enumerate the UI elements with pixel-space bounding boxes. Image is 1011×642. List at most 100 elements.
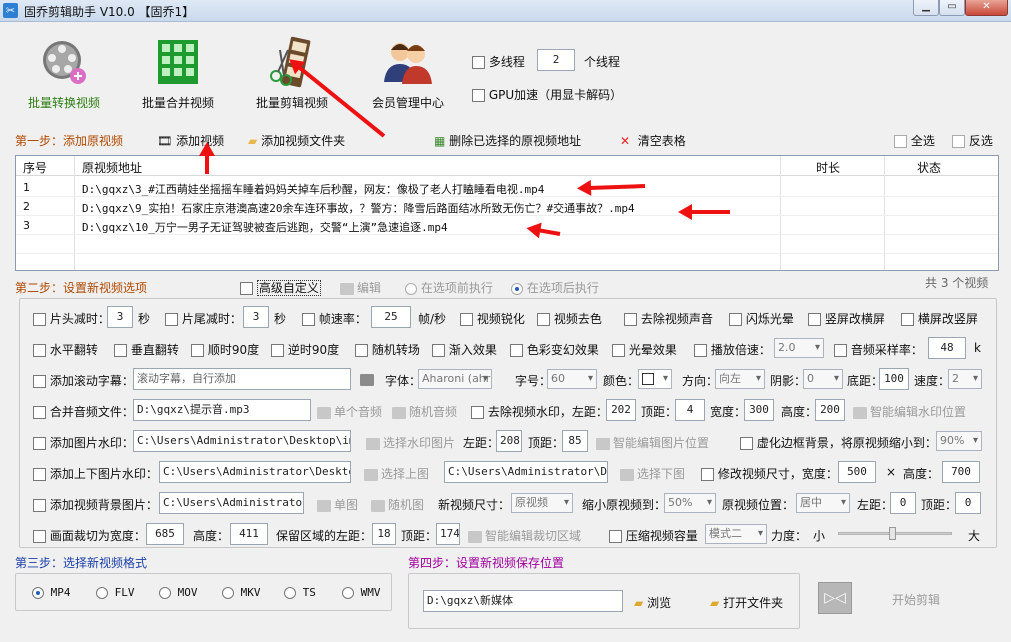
after-options-radio[interactable]: 在选项后执行	[511, 279, 599, 296]
single-audio-button[interactable]: 单个音频	[317, 403, 382, 420]
start-edit-button[interactable]: 开始剪辑	[892, 591, 940, 608]
crop-width-input[interactable]: 685	[146, 523, 184, 545]
vflip-option[interactable]: 垂直翻转	[114, 341, 179, 358]
speed-option[interactable]: 播放倍速：	[694, 341, 771, 358]
sharpen-checkbox[interactable]	[460, 313, 473, 326]
start-edit-icon[interactable]: ▷◁	[818, 582, 852, 614]
batch-merge-button[interactable]: 批量合并视频	[138, 36, 218, 111]
bg-top-input[interactable]: 0	[955, 492, 981, 514]
compress-checkbox[interactable]	[609, 530, 622, 543]
table-row[interactable]: 3 D:\gqxz\10_万宁一男子无证驾驶被查后逃跑，交警“上演”急速追逐.mp…	[16, 216, 998, 235]
batch-edit-button[interactable]: 批量剪辑视频	[252, 36, 332, 111]
resize-width-input[interactable]: 500	[838, 461, 876, 483]
format-wmv[interactable]: WMV	[342, 586, 381, 599]
minimize-button[interactable]: ▁	[913, 0, 939, 16]
remove-watermark-option[interactable]: 去除视频水印，左距：	[471, 403, 608, 420]
audio-path-input[interactable]: D:\gqxz\提示音.mp3	[133, 399, 311, 421]
v2h-checkbox[interactable]	[808, 313, 821, 326]
invert-select-button[interactable]: 反选	[952, 132, 993, 149]
slider-thumb[interactable]	[889, 527, 896, 540]
smart-image-button[interactable]: 智能编辑图片位置	[596, 434, 709, 451]
background-image-checkbox[interactable]	[33, 499, 46, 512]
h2v-checkbox[interactable]	[901, 313, 914, 326]
blur-scale-select[interactable]: 90%	[936, 431, 982, 451]
image-watermark-option[interactable]: 添加图片水印：	[33, 434, 134, 451]
font-select[interactable]: Aharoni (ahr	[418, 369, 492, 389]
scroll-speed-select[interactable]: 2	[948, 369, 982, 389]
member-center-button[interactable]: 会员管理中心	[368, 36, 448, 111]
thread-count-input[interactable]: 2	[537, 49, 575, 71]
advanced-option[interactable]: 高级自定义	[240, 279, 321, 296]
crop-top-input[interactable]: 174	[436, 523, 460, 545]
format-ts[interactable]: TS	[284, 586, 316, 599]
browse-button[interactable]: ▰ 浏览	[634, 594, 671, 611]
v2h-option[interactable]: 竖屏改横屏	[808, 310, 885, 327]
fps-input[interactable]: 25	[371, 306, 411, 328]
gpu-option[interactable]: GPU加速（用显卡解码）	[472, 86, 622, 103]
background-image-option[interactable]: 添加视频背景图片：	[33, 496, 158, 513]
mute-checkbox[interactable]	[624, 313, 637, 326]
top-bottom-image-option[interactable]: 添加上下图片水印：	[33, 465, 158, 482]
format-mkv[interactable]: MKV	[222, 586, 261, 599]
wm-top-input[interactable]: 4	[675, 399, 705, 421]
speed-checkbox[interactable]	[694, 344, 707, 357]
fps-option[interactable]: 帧速率：	[302, 310, 367, 327]
multithread-checkbox[interactable]	[472, 56, 485, 69]
flash-checkbox[interactable]	[729, 313, 742, 326]
merge-audio-option[interactable]: 合并音频文件：	[33, 403, 134, 420]
text-edit-button[interactable]	[360, 372, 377, 386]
resize-height-input[interactable]: 700	[942, 461, 980, 483]
table-row[interactable]: 1 D:\gqxz\3_#江西萌娃坐摇摇车睡着妈妈关掉车后秒醒，网友：像极了老人打…	[16, 178, 998, 197]
blur-border-checkbox[interactable]	[740, 437, 753, 450]
add-folder-button[interactable]: ▰ 添加视频文件夹	[248, 132, 345, 149]
select-all-button[interactable]: 全选	[894, 132, 935, 149]
smart-wm-button[interactable]: 智能编辑水印位置	[853, 403, 966, 420]
advanced-checkbox[interactable]	[240, 282, 253, 295]
bottom-distance-input[interactable]: 100	[879, 368, 909, 390]
fade-in-option[interactable]: 渐入效果	[432, 341, 497, 358]
before-options-radio[interactable]: 在选项前执行	[405, 279, 493, 296]
font-size-select[interactable]: 60	[547, 369, 597, 389]
sample-rate-checkbox[interactable]	[834, 344, 847, 357]
head-cut-input[interactable]: 3	[107, 306, 133, 328]
image-watermark-path[interactable]: C:\Users\Administrator\Desktop\img-q	[133, 430, 351, 452]
merge-audio-checkbox[interactable]	[33, 406, 46, 419]
hflip-option[interactable]: 水平翻转	[33, 341, 98, 358]
crop-option[interactable]: 画面裁切为宽度：	[33, 527, 146, 544]
crop-height-input[interactable]: 411	[230, 523, 268, 545]
color-select[interactable]	[638, 369, 672, 389]
scroll-subtitle-checkbox[interactable]	[33, 375, 46, 388]
halo-checkbox[interactable]	[612, 344, 625, 357]
choose-top-image-button[interactable]: 选择上图	[364, 465, 429, 482]
ccw90-checkbox[interactable]	[271, 344, 284, 357]
format-mp4[interactable]: MP4	[32, 586, 71, 599]
choose-bottom-image-button[interactable]: 选择下图	[620, 465, 685, 482]
crop-checkbox[interactable]	[33, 530, 46, 543]
speed-select[interactable]: 2.0	[774, 338, 824, 358]
remove-watermark-checkbox[interactable]	[471, 406, 484, 419]
tail-cut-option[interactable]: 片尾减时：	[165, 310, 242, 327]
hflip-checkbox[interactable]	[33, 344, 46, 357]
compress-option[interactable]: 压缩视频容量	[609, 527, 698, 544]
wm-left-input[interactable]: 202	[606, 399, 636, 421]
scroll-subtitle-option[interactable]: 添加滚动字幕：	[33, 372, 134, 389]
top-image-path[interactable]: C:\Users\Administrator\Desktop\i	[159, 461, 351, 483]
img-left-input[interactable]: 208	[496, 430, 522, 452]
decolor-option[interactable]: 视频去色	[537, 310, 602, 327]
video-table[interactable]: 序号 原视频地址 时长 状态 1 D:\gqxz\3_#江西萌娃坐摇摇车睡着妈妈关…	[15, 155, 999, 271]
random-transition-checkbox[interactable]	[355, 344, 368, 357]
image-watermark-checkbox[interactable]	[33, 437, 46, 450]
head-cut-checkbox[interactable]	[33, 313, 46, 326]
fps-checkbox[interactable]	[302, 313, 315, 326]
force-slider[interactable]	[838, 527, 952, 540]
cw90-checkbox[interactable]	[191, 344, 204, 357]
blur-border-option[interactable]: 虚化边框背景，将原视频缩小到：	[740, 434, 937, 451]
shadow-select[interactable]: 0	[803, 369, 843, 389]
tail-cut-input[interactable]: 3	[243, 306, 269, 328]
format-mov[interactable]: MOV	[159, 586, 198, 599]
bottom-image-path[interactable]: C:\Users\Administrator\Desk	[444, 461, 608, 483]
smart-crop-button[interactable]: 智能编辑裁切区域	[468, 527, 581, 544]
edit-button[interactable]: 编辑	[340, 279, 381, 296]
close-button[interactable]: ✕	[965, 0, 1008, 16]
random-transition-option[interactable]: 随机转场	[355, 341, 420, 358]
